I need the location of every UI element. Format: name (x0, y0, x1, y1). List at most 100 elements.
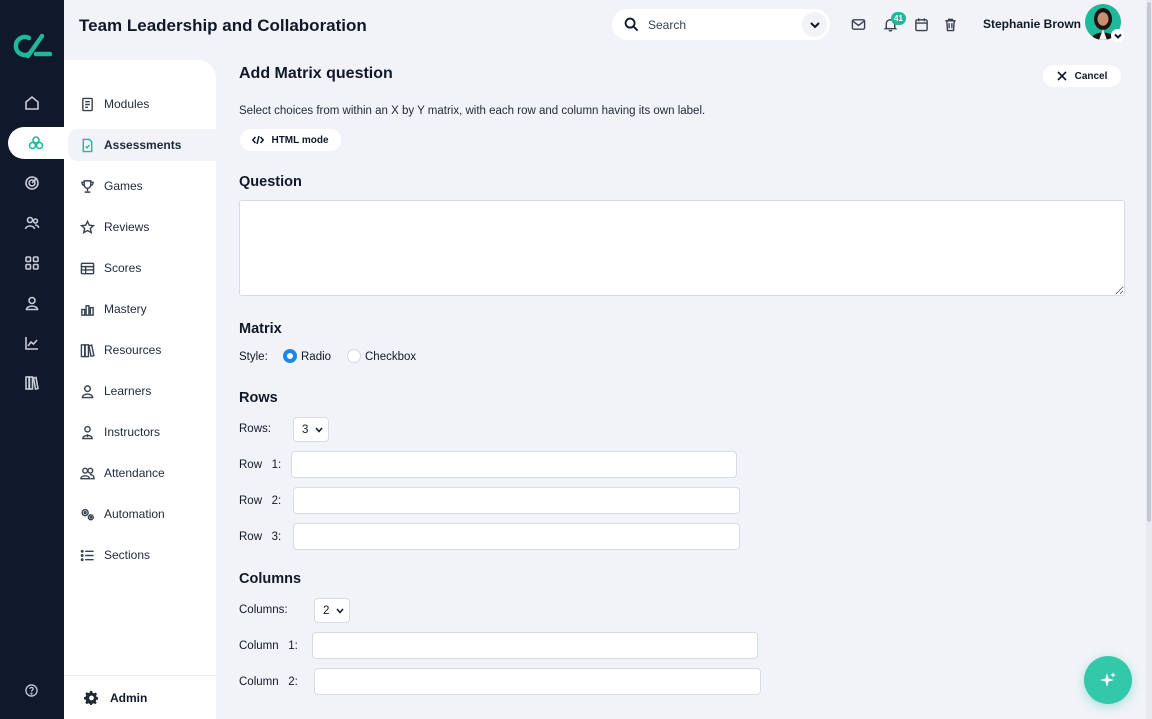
sidebar-item-label: Sections (104, 548, 151, 562)
ai-assistant-button[interactable] (1084, 656, 1132, 704)
search-dropdown-button[interactable] (802, 12, 827, 37)
sidebar-item-label: Attendance (104, 466, 165, 480)
columns-count-value: 2 (323, 604, 330, 617)
row-1-input[interactable] (291, 451, 737, 478)
person-icon (81, 384, 94, 398)
style-label: Style: (239, 351, 268, 363)
help-icon (25, 684, 38, 697)
sidebar-item-modules[interactable]: Modules (68, 88, 216, 120)
rail-goals[interactable] (0, 167, 64, 199)
trash-button[interactable] (943, 17, 958, 32)
help-button[interactable] (25, 684, 38, 697)
column-1-label: Column 1: (239, 640, 298, 652)
form-description: Select choices from within an X by Y mat… (239, 105, 706, 117)
sidebar-item-label: Learners (104, 384, 152, 398)
sidebar-item-scores[interactable]: Scores (68, 252, 216, 284)
rail-library[interactable] (0, 367, 64, 399)
sidebar-item-assessments[interactable]: Assessments (68, 129, 216, 161)
home-icon (25, 95, 39, 110)
rail-home[interactable] (0, 87, 64, 119)
sidebar-item-label: Automation (104, 507, 165, 521)
page-scrollbar[interactable] (1146, 0, 1152, 719)
style-checkbox-radio[interactable] (347, 349, 361, 363)
sidebar-item-label: Scores (104, 261, 142, 275)
admin-label: Admin (110, 690, 148, 705)
sidebar-item-attendance[interactable]: Attendance (68, 457, 216, 489)
instructor-icon (82, 425, 93, 439)
notification-badge: 41 (891, 12, 906, 25)
line-chart-icon (25, 337, 38, 350)
html-mode-button[interactable]: HTML mode (240, 129, 341, 151)
table-icon (80, 262, 95, 274)
columns-count-label: Columns: (239, 604, 288, 616)
sidebar-item-label: Modules (104, 97, 150, 111)
search-box[interactable] (612, 9, 830, 40)
style-radio-radio[interactable] (283, 349, 297, 363)
row-2-input[interactable] (293, 487, 740, 514)
matrix-heading: Matrix (239, 321, 282, 337)
sidebar-item-label: Games (104, 179, 143, 193)
sidebar-item-label: Instructors (104, 425, 161, 439)
sidebar-item-sections[interactable]: Sections (68, 539, 216, 571)
grid-icon (25, 256, 39, 270)
assessment-icon (82, 138, 93, 152)
form-title: Add Matrix question (239, 65, 393, 82)
search-input[interactable] (648, 17, 798, 32)
question-textarea[interactable] (239, 200, 1125, 296)
close-icon (1057, 71, 1067, 81)
group-icon (80, 467, 95, 479)
code-icon (252, 135, 265, 145)
trophy-icon (81, 179, 94, 193)
question-heading: Question (239, 174, 302, 190)
brand-logo[interactable] (12, 32, 52, 60)
books-icon (80, 343, 95, 357)
calendar-icon (915, 18, 928, 32)
row-3-label: Row 3: (239, 531, 282, 543)
sparkle-icon (1100, 672, 1116, 687)
search-icon (624, 17, 639, 32)
sidebar-item-reviews[interactable]: Reviews (68, 211, 216, 243)
user-menu-toggle[interactable] (1111, 29, 1124, 42)
column-2-label: Column 2: (239, 676, 298, 688)
document-icon (82, 97, 93, 111)
admin-link[interactable]: Admin (64, 675, 216, 719)
library-icon (25, 376, 39, 390)
columns-count-select[interactable]: 2 (314, 598, 350, 623)
rows-heading: Rows (239, 390, 278, 406)
column-1-input[interactable] (312, 632, 758, 659)
rows-count-value: 3 (302, 423, 309, 436)
rail-apps[interactable] (0, 247, 64, 279)
sidebar-item-label: Resources (104, 343, 162, 357)
chevron-down-icon (315, 427, 323, 433)
sidebar-item-instructors[interactable]: Instructors (68, 416, 216, 448)
sidebar-item-games[interactable]: Games (68, 170, 216, 202)
sidebar-item-automation[interactable]: Automation (68, 498, 216, 530)
column-2-input[interactable] (314, 668, 761, 695)
cancel-label: Cancel (1074, 70, 1108, 82)
trash-icon (945, 18, 956, 32)
sidebar-item-mastery[interactable]: Mastery (68, 293, 216, 325)
row-3-input[interactable] (293, 523, 740, 550)
rail-profile[interactable] (0, 287, 64, 319)
user-icon (25, 296, 39, 311)
gear-icon (84, 690, 99, 705)
page-title: Team Leadership and Collaboration (79, 16, 367, 35)
sidebar-item-resources[interactable]: Resources (68, 334, 216, 366)
rows-count-select[interactable]: 3 (293, 417, 329, 442)
row-1-label: Row 1: (239, 459, 282, 471)
star-icon (80, 219, 95, 234)
rail-people[interactable] (0, 207, 64, 239)
html-mode-label: HTML mode (271, 134, 329, 146)
rail-analytics[interactable] (0, 327, 64, 359)
list-icon (80, 549, 94, 561)
scrollbar-thumb[interactable] (1147, 2, 1151, 522)
sidebar-item-learners[interactable]: Learners (68, 375, 216, 407)
cancel-button[interactable]: Cancel (1043, 65, 1121, 87)
mail-button[interactable] (851, 17, 866, 32)
chevron-down-icon (336, 608, 344, 614)
cluster-icon (28, 136, 44, 150)
bar-chart-icon (81, 304, 94, 316)
section-sidebar: Modules Assessments Games Reviews Scores… (64, 60, 216, 719)
rail-assessments[interactable] (8, 127, 64, 159)
calendar-button[interactable] (914, 17, 929, 32)
